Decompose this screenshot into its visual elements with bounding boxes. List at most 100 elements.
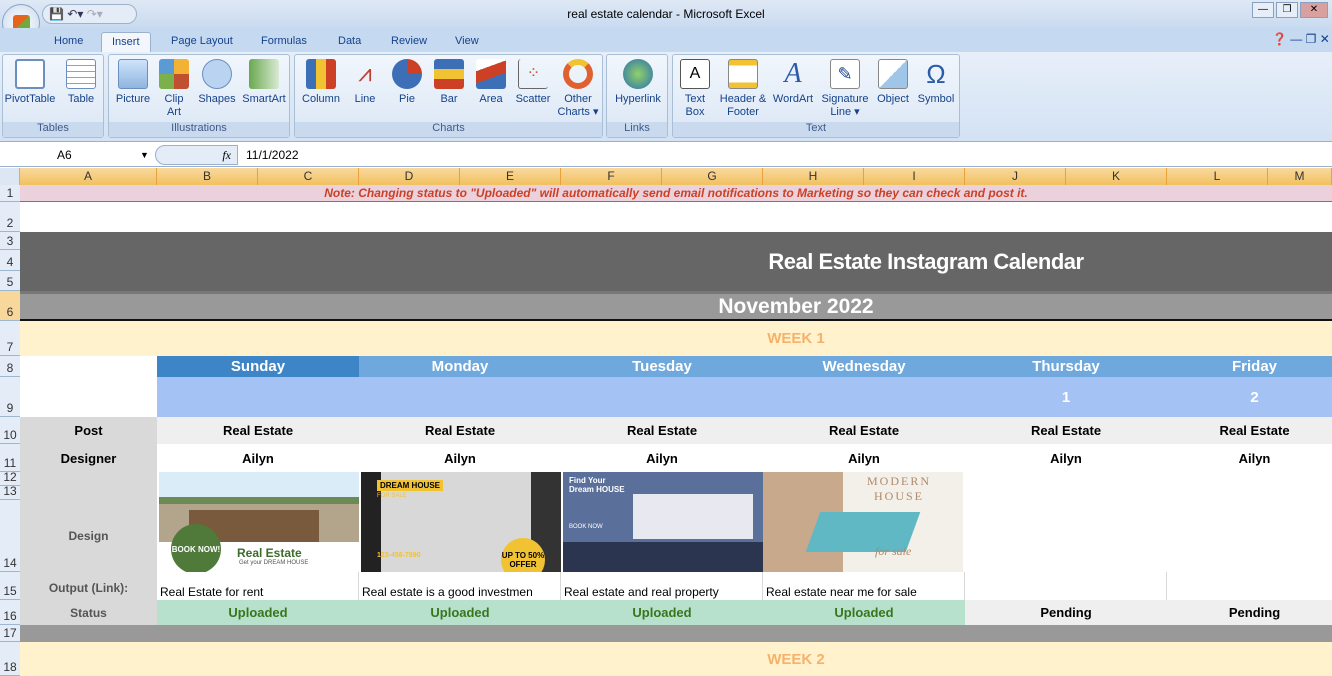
wordart-button[interactable]: A WordArt xyxy=(771,57,815,106)
row-header-10[interactable]: 10 xyxy=(0,417,20,444)
other-charts-button[interactable]: Other Charts ▾ xyxy=(555,57,601,119)
column-header-c[interactable]: C xyxy=(258,168,359,185)
row-header-14[interactable]: 14 xyxy=(0,500,20,572)
row-header-18[interactable]: 18 xyxy=(0,642,20,676)
column-header-b[interactable]: B xyxy=(157,168,258,185)
column-header-m[interactable]: M xyxy=(1268,168,1332,185)
pivottable-button[interactable]: PivotTable xyxy=(3,57,57,106)
pie-chart-button[interactable]: Pie xyxy=(387,57,427,106)
hyperlink-button[interactable]: Hyperlink xyxy=(609,57,667,106)
output-link-cell[interactable] xyxy=(1167,572,1332,600)
tab-page-layout[interactable]: Page Layout xyxy=(161,32,243,52)
row-header-15[interactable]: 15 xyxy=(0,572,20,600)
object-button[interactable]: Object xyxy=(873,57,913,106)
day-date xyxy=(763,377,965,417)
status-cell[interactable]: Pending xyxy=(965,600,1167,625)
maximize-button[interactable]: ❐ xyxy=(1276,2,1298,18)
column-header-h[interactable]: H xyxy=(763,168,864,185)
column-header-g[interactable]: G xyxy=(662,168,763,185)
tab-insert[interactable]: Insert xyxy=(101,32,151,52)
header-footer-button[interactable]: Header & Footer xyxy=(717,57,769,119)
tab-view[interactable]: View xyxy=(445,32,489,52)
bar-chart-button[interactable]: Bar xyxy=(429,57,469,106)
status-cell[interactable]: Uploaded xyxy=(561,600,763,625)
column-header-k[interactable]: K xyxy=(1066,168,1167,185)
column-header-i[interactable]: I xyxy=(864,168,965,185)
help-icon[interactable]: ❓ — ❐ ✕ xyxy=(1272,32,1330,46)
close-button[interactable]: ✕ xyxy=(1300,2,1328,18)
signature-line-button[interactable]: ✎ Signature Line ▾ xyxy=(817,57,873,119)
insert-function-button[interactable]: fx xyxy=(155,145,238,165)
row-header-2[interactable]: 2 xyxy=(0,202,20,232)
designer-cell[interactable]: Ailyn xyxy=(359,444,561,472)
scatter-chart-button[interactable]: ⁘ Scatter xyxy=(513,57,553,106)
designer-cell[interactable]: Ailyn xyxy=(561,444,763,472)
post-cell[interactable]: Real Estate xyxy=(965,417,1167,444)
row-header-6[interactable]: 6 xyxy=(0,291,20,321)
column-header-a[interactable]: A xyxy=(20,168,157,185)
minimize-button[interactable]: — xyxy=(1252,2,1274,18)
name-box[interactable]: A6 ▼ xyxy=(0,145,150,165)
group-label: Text xyxy=(673,122,959,137)
day-header-wednesday: Wednesday xyxy=(763,356,965,377)
output-link-cell[interactable] xyxy=(965,572,1167,600)
row-header-16[interactable]: 16 xyxy=(0,600,20,625)
clip-art-button[interactable]: Clip Art xyxy=(157,57,191,119)
column-header-l[interactable]: L xyxy=(1167,168,1268,185)
designer-cell[interactable]: Ailyn xyxy=(763,444,965,472)
formula-input[interactable]: 11/1/2022 xyxy=(246,145,299,165)
redo-icon[interactable]: ↷▾ xyxy=(87,7,103,21)
row-header-17[interactable]: 17 xyxy=(0,625,20,642)
post-cell[interactable]: Real Estate xyxy=(763,417,965,444)
row-header-4[interactable]: 4 xyxy=(0,250,20,271)
post-cell[interactable]: Real Estate xyxy=(1167,417,1332,444)
status-cell[interactable]: Uploaded xyxy=(359,600,561,625)
smartart-button[interactable]: SmartArt xyxy=(239,57,289,106)
designer-cell[interactable]: Ailyn xyxy=(965,444,1167,472)
output-link-cell[interactable]: Real Estate for rent xyxy=(157,572,359,600)
group-label: Illustrations xyxy=(109,122,289,137)
output-link-cell[interactable]: Real estate is a good investmen xyxy=(359,572,561,600)
area-chart-button[interactable]: Area xyxy=(471,57,511,106)
output-link-cell[interactable]: Real estate near me for sale xyxy=(763,572,965,600)
designer-cell[interactable]: Ailyn xyxy=(157,444,359,472)
day-header-friday: Friday xyxy=(1167,356,1332,377)
tab-formulas[interactable]: Formulas xyxy=(251,32,317,52)
row-header-5[interactable]: 5 xyxy=(0,271,20,291)
select-all-button[interactable] xyxy=(0,168,20,185)
row-header-11[interactable]: 11 xyxy=(0,444,20,472)
table-button[interactable]: Table xyxy=(61,57,101,106)
save-icon[interactable]: 💾 xyxy=(49,7,64,21)
row-header-9[interactable]: 9 xyxy=(0,377,20,417)
row-header-1[interactable]: 1 xyxy=(0,185,20,202)
row-header-8[interactable]: 8 xyxy=(0,356,20,377)
post-cell[interactable]: Real Estate xyxy=(157,417,359,444)
tab-data[interactable]: Data xyxy=(328,32,371,52)
symbol-button[interactable]: Ω Symbol xyxy=(915,57,957,106)
status-cell[interactable]: Uploaded xyxy=(157,600,359,625)
designer-cell[interactable]: Ailyn xyxy=(1167,444,1332,472)
group-label: Charts xyxy=(295,122,602,137)
row-header-7[interactable]: 7 xyxy=(0,321,20,356)
tab-home[interactable]: Home xyxy=(44,32,93,52)
tab-review[interactable]: Review xyxy=(381,32,437,52)
undo-icon[interactable]: ↶▾ xyxy=(67,7,83,21)
output-link-cell[interactable]: Real estate and real property xyxy=(561,572,763,600)
status-cell[interactable]: Pending xyxy=(1167,600,1332,625)
column-header-d[interactable]: D xyxy=(359,168,460,185)
text-box-button[interactable]: A Text Box xyxy=(677,57,713,119)
area-chart-icon xyxy=(476,59,506,89)
quick-access-toolbar[interactable]: 💾 ↶▾ ↷▾ xyxy=(42,4,137,24)
line-chart-button[interactable]: ⩘ Line xyxy=(345,57,385,106)
column-header-e[interactable]: E xyxy=(460,168,561,185)
column-header-j[interactable]: J xyxy=(965,168,1066,185)
row-header-13[interactable]: 13 xyxy=(0,484,20,500)
shapes-button[interactable]: Shapes xyxy=(197,57,237,106)
picture-button[interactable]: Picture xyxy=(113,57,153,106)
row-header-3[interactable]: 3 xyxy=(0,232,20,250)
post-cell[interactable]: Real Estate xyxy=(561,417,763,444)
status-cell[interactable]: Uploaded xyxy=(763,600,965,625)
column-header-f[interactable]: F xyxy=(561,168,662,185)
post-cell[interactable]: Real Estate xyxy=(359,417,561,444)
column-chart-button[interactable]: Column xyxy=(299,57,343,106)
